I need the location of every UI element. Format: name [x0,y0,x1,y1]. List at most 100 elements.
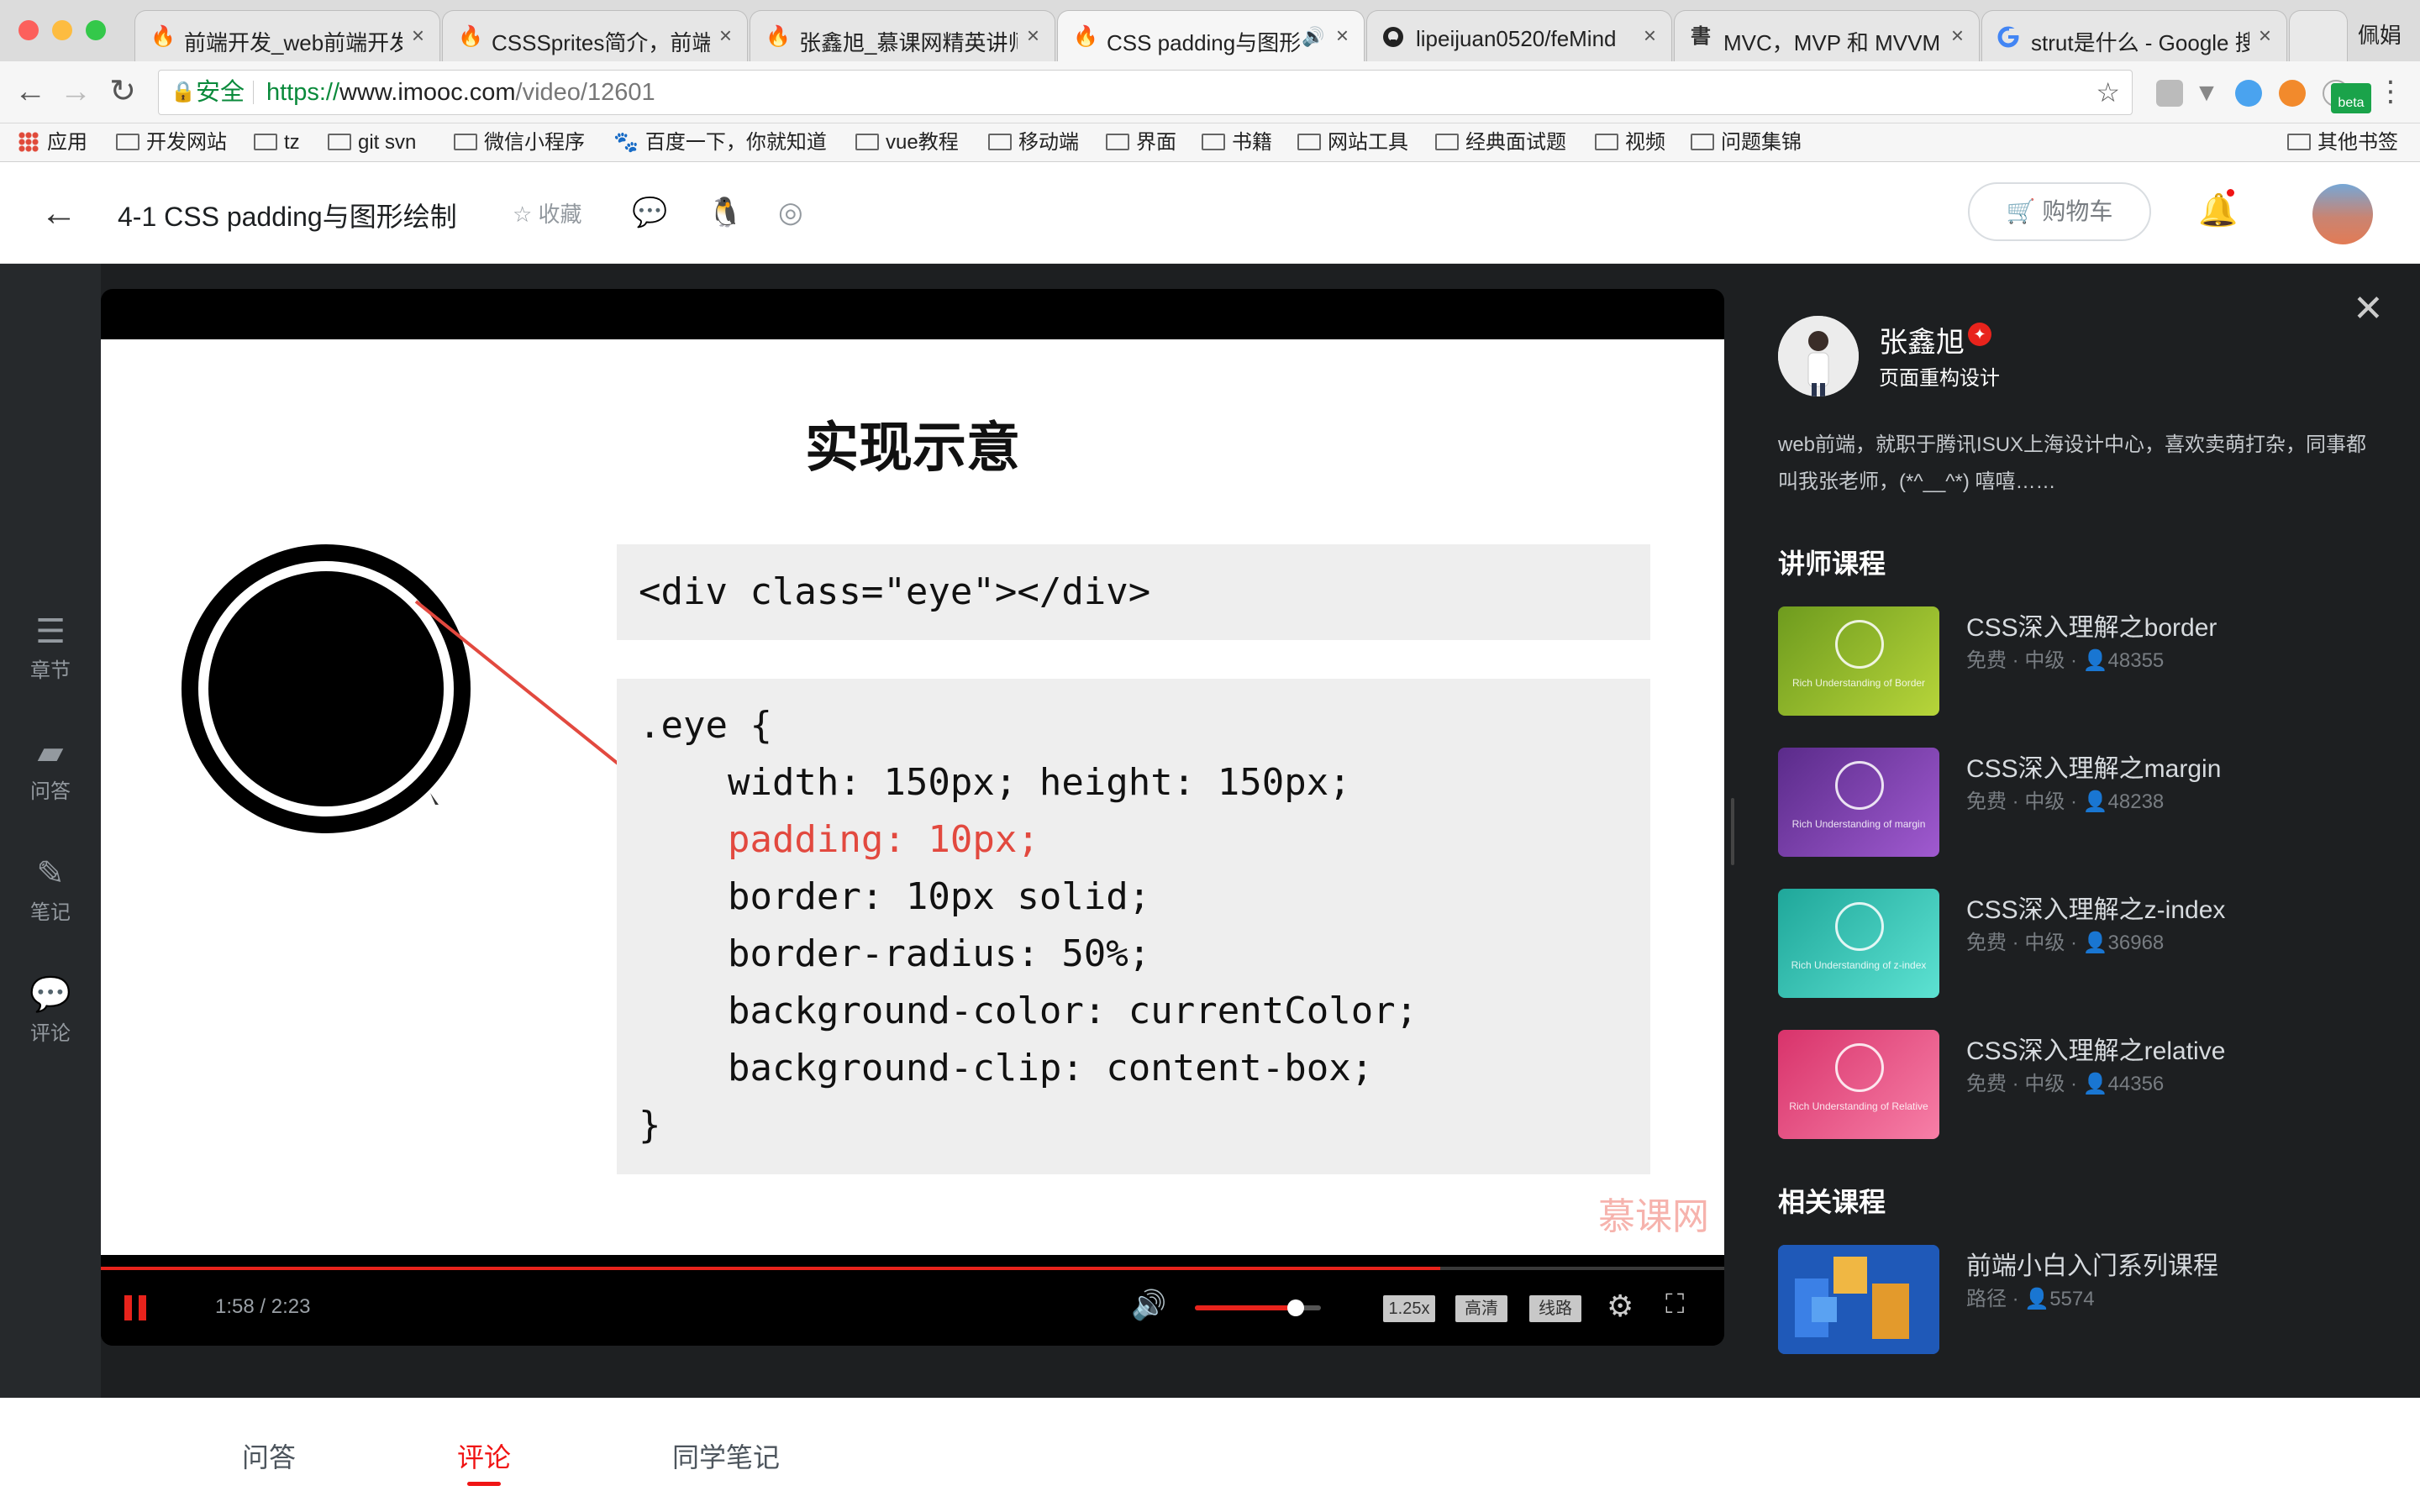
folder-icon [988,134,1012,150]
tab-title: CSSSprites简介，前端 [492,30,710,55]
bookmark-star-icon[interactable]: ☆ [2096,71,2120,114]
back-arrow-icon[interactable]: ← [40,192,77,234]
vue-devtools-icon[interactable]: ▼ [2193,80,2220,107]
extension-icon[interactable] [2279,80,2306,107]
tab-classmate-notes[interactable]: 同学笔记 [672,1436,780,1475]
browser-tab[interactable]: 🔥 前端开发_web前端开发 × [134,10,440,61]
rail-item-comments[interactable]: 💬 评论 [0,974,101,1046]
tab-close-icon[interactable]: × [1336,23,1349,49]
video-frame[interactable]: 实现示意 <div class="eye"></div> .eye { widt… [101,339,1724,1255]
tab-close-icon[interactable]: × [2259,23,2271,49]
bookmark-baidu[interactable]: 🐾 百度一下，你就知道 [613,130,827,155]
bookmark-folder[interactable]: vue教程 [855,130,959,155]
bookmark-folder[interactable]: 视频 [1595,130,1665,155]
fullscreen-icon[interactable]: ⛶ [1665,1289,1684,1320]
browser-tab[interactable]: lipeijuan0520/feMind × [1366,10,1672,61]
browser-tab[interactable]: 書 MVC，MVP 和 MVVM × [1674,10,1980,61]
teacher-avatar[interactable] [1778,316,1859,396]
css-code-block: .eye { width: 150px; height: 150px; padd… [617,679,1650,1174]
url-text[interactable]: https://www.imooc.com/video/12601 [266,71,655,114]
video-player[interactable]: 实现示意 <div class="eye"></div> .eye { widt… [101,289,1724,1346]
bookmark-folder[interactable]: 界面 [1106,130,1176,155]
browser-tab[interactable]: strut是什么 - Google 搜 × [1981,10,2287,61]
user-avatar[interactable] [2312,184,2373,244]
qq-icon[interactable]: 🐧 [708,196,743,229]
quality-button[interactable]: 高清 [1455,1295,1507,1322]
forward-icon[interactable]: → [57,73,94,110]
tab-close-icon[interactable]: × [719,23,732,49]
weibo-icon[interactable]: ◎ [778,196,803,229]
course-card[interactable]: Rich Understanding of Border CSS深入理解之bor… [1778,606,2400,716]
close-panel-icon[interactable]: ✕ [2353,287,2384,330]
speaker-icon[interactable]: 🔊 [1302,26,1324,48]
imooc-flame-icon: 🔥 [765,25,791,48]
bookmark-folder[interactable]: 问题集锦 [1691,130,1802,155]
bookmark-folder[interactable]: git svn [328,130,416,155]
tab-title: MVC，MVP 和 MVVM [1723,30,1941,55]
bookmark-label: 网站工具 [1328,131,1408,154]
blog-icon: 書 [1691,25,1711,48]
bookmark-folder[interactable]: 网站工具 [1297,130,1408,155]
baidu-paw-icon: 🐾 [613,131,639,154]
reload-icon[interactable]: ↻ [104,73,141,110]
browser-tab-active[interactable]: 🔥 CSS padding与图形 🔊 × [1057,10,1365,61]
tab-comments[interactable]: 评论 [457,1436,511,1475]
related-course-card[interactable]: 前端小白入门系列课程 路径 · 👤5574 [1778,1245,2400,1354]
browser-tab[interactable]: 🔥 张鑫旭_慕课网精英讲师 × [750,10,1055,61]
code-line: .eye { [639,704,772,747]
chapters-icon: ☰ [35,613,66,650]
line-button[interactable]: 线路 [1529,1295,1581,1322]
rail-item-notes[interactable]: ✎ 笔记 [0,853,101,925]
course-crest-icon [1835,902,1884,951]
back-icon[interactable]: ← [12,73,49,110]
tab-qa[interactable]: 问答 [242,1436,296,1475]
course-title: CSS深入理解之margin [1966,755,2222,783]
folder-icon [1435,134,1459,150]
bookmark-folder[interactable]: 经典面试题 [1435,130,1566,155]
tab-close-icon[interactable]: × [412,23,424,49]
browser-menu-icon[interactable]: ⋮ [2376,75,2405,108]
bookmark-other[interactable]: 其他书签 [2287,130,2398,155]
qa-icon: ▰ [37,734,64,771]
bookmark-folder[interactable]: 书籍 [1202,130,1272,155]
course-card[interactable]: Rich Understanding of margin CSS深入理解之mar… [1778,748,2400,857]
volume-slider[interactable] [1195,1299,1321,1316]
bookmark-apps[interactable]: 应用 [18,130,87,155]
bookmark-folder[interactable]: tz [254,130,300,155]
bell-icon[interactable]: 🔔 [2198,192,2238,229]
window-close-button[interactable] [18,20,39,40]
browser-tab[interactable]: 🔥 CSSSprites简介，前端 × [442,10,748,61]
favorite-button[interactable]: ☆ 收藏 [513,197,582,228]
window-zoom-button[interactable] [86,20,106,40]
window-minimize-button[interactable] [52,20,72,40]
extension-icon[interactable] [2235,80,2262,107]
rail-item-chapters[interactable]: ☰ 章节 [0,612,101,683]
bookmark-folder[interactable]: 移动端 [988,130,1079,155]
bookmark-folder[interactable]: 开发网站 [116,130,227,155]
tab-close-icon[interactable]: × [1644,23,1656,49]
panel-resize-handle[interactable] [1731,798,1734,865]
extension-icon[interactable] [2156,80,2183,107]
rail-item-qa[interactable]: ▰ 问答 [0,732,101,804]
thumbnail-caption: Rich Understanding of margin [1791,818,1926,830]
volume-icon[interactable]: 🔊 [1131,1289,1166,1322]
address-bar[interactable]: 🔒 安全 https://www.imooc.com/video/12601 ☆ [158,70,2133,115]
course-card[interactable]: Rich Understanding of z-index CSS深入理解之z-… [1778,889,2400,998]
tab-close-icon[interactable]: × [1951,23,1964,49]
profile-name[interactable]: 佩娟 [2358,18,2402,50]
url-path: /video/12601 [515,79,655,106]
speed-button[interactable]: 1.25x [1383,1295,1435,1322]
tab-close-icon[interactable]: × [1027,23,1039,49]
bookmark-folder[interactable]: 微信小程序 [454,130,585,155]
wechat-icon[interactable]: 💬 [632,196,667,229]
pause-icon[interactable] [124,1295,146,1320]
beta-extension-icon[interactable]: beta [2331,83,2371,113]
new-tab-button[interactable] [2289,10,2348,61]
course-card[interactable]: Rich Understanding of Relative CSS深入理解之r… [1778,1030,2400,1139]
teacher-name[interactable]: 张鑫旭 [1879,319,1965,360]
cart-button[interactable]: 🛒 购物车 [1968,182,2151,241]
bookmark-label: 应用 [47,131,87,154]
settings-gear-icon[interactable]: ⚙ [1607,1289,1634,1324]
volume-knob[interactable] [1287,1299,1304,1316]
google-icon [1997,26,2019,48]
